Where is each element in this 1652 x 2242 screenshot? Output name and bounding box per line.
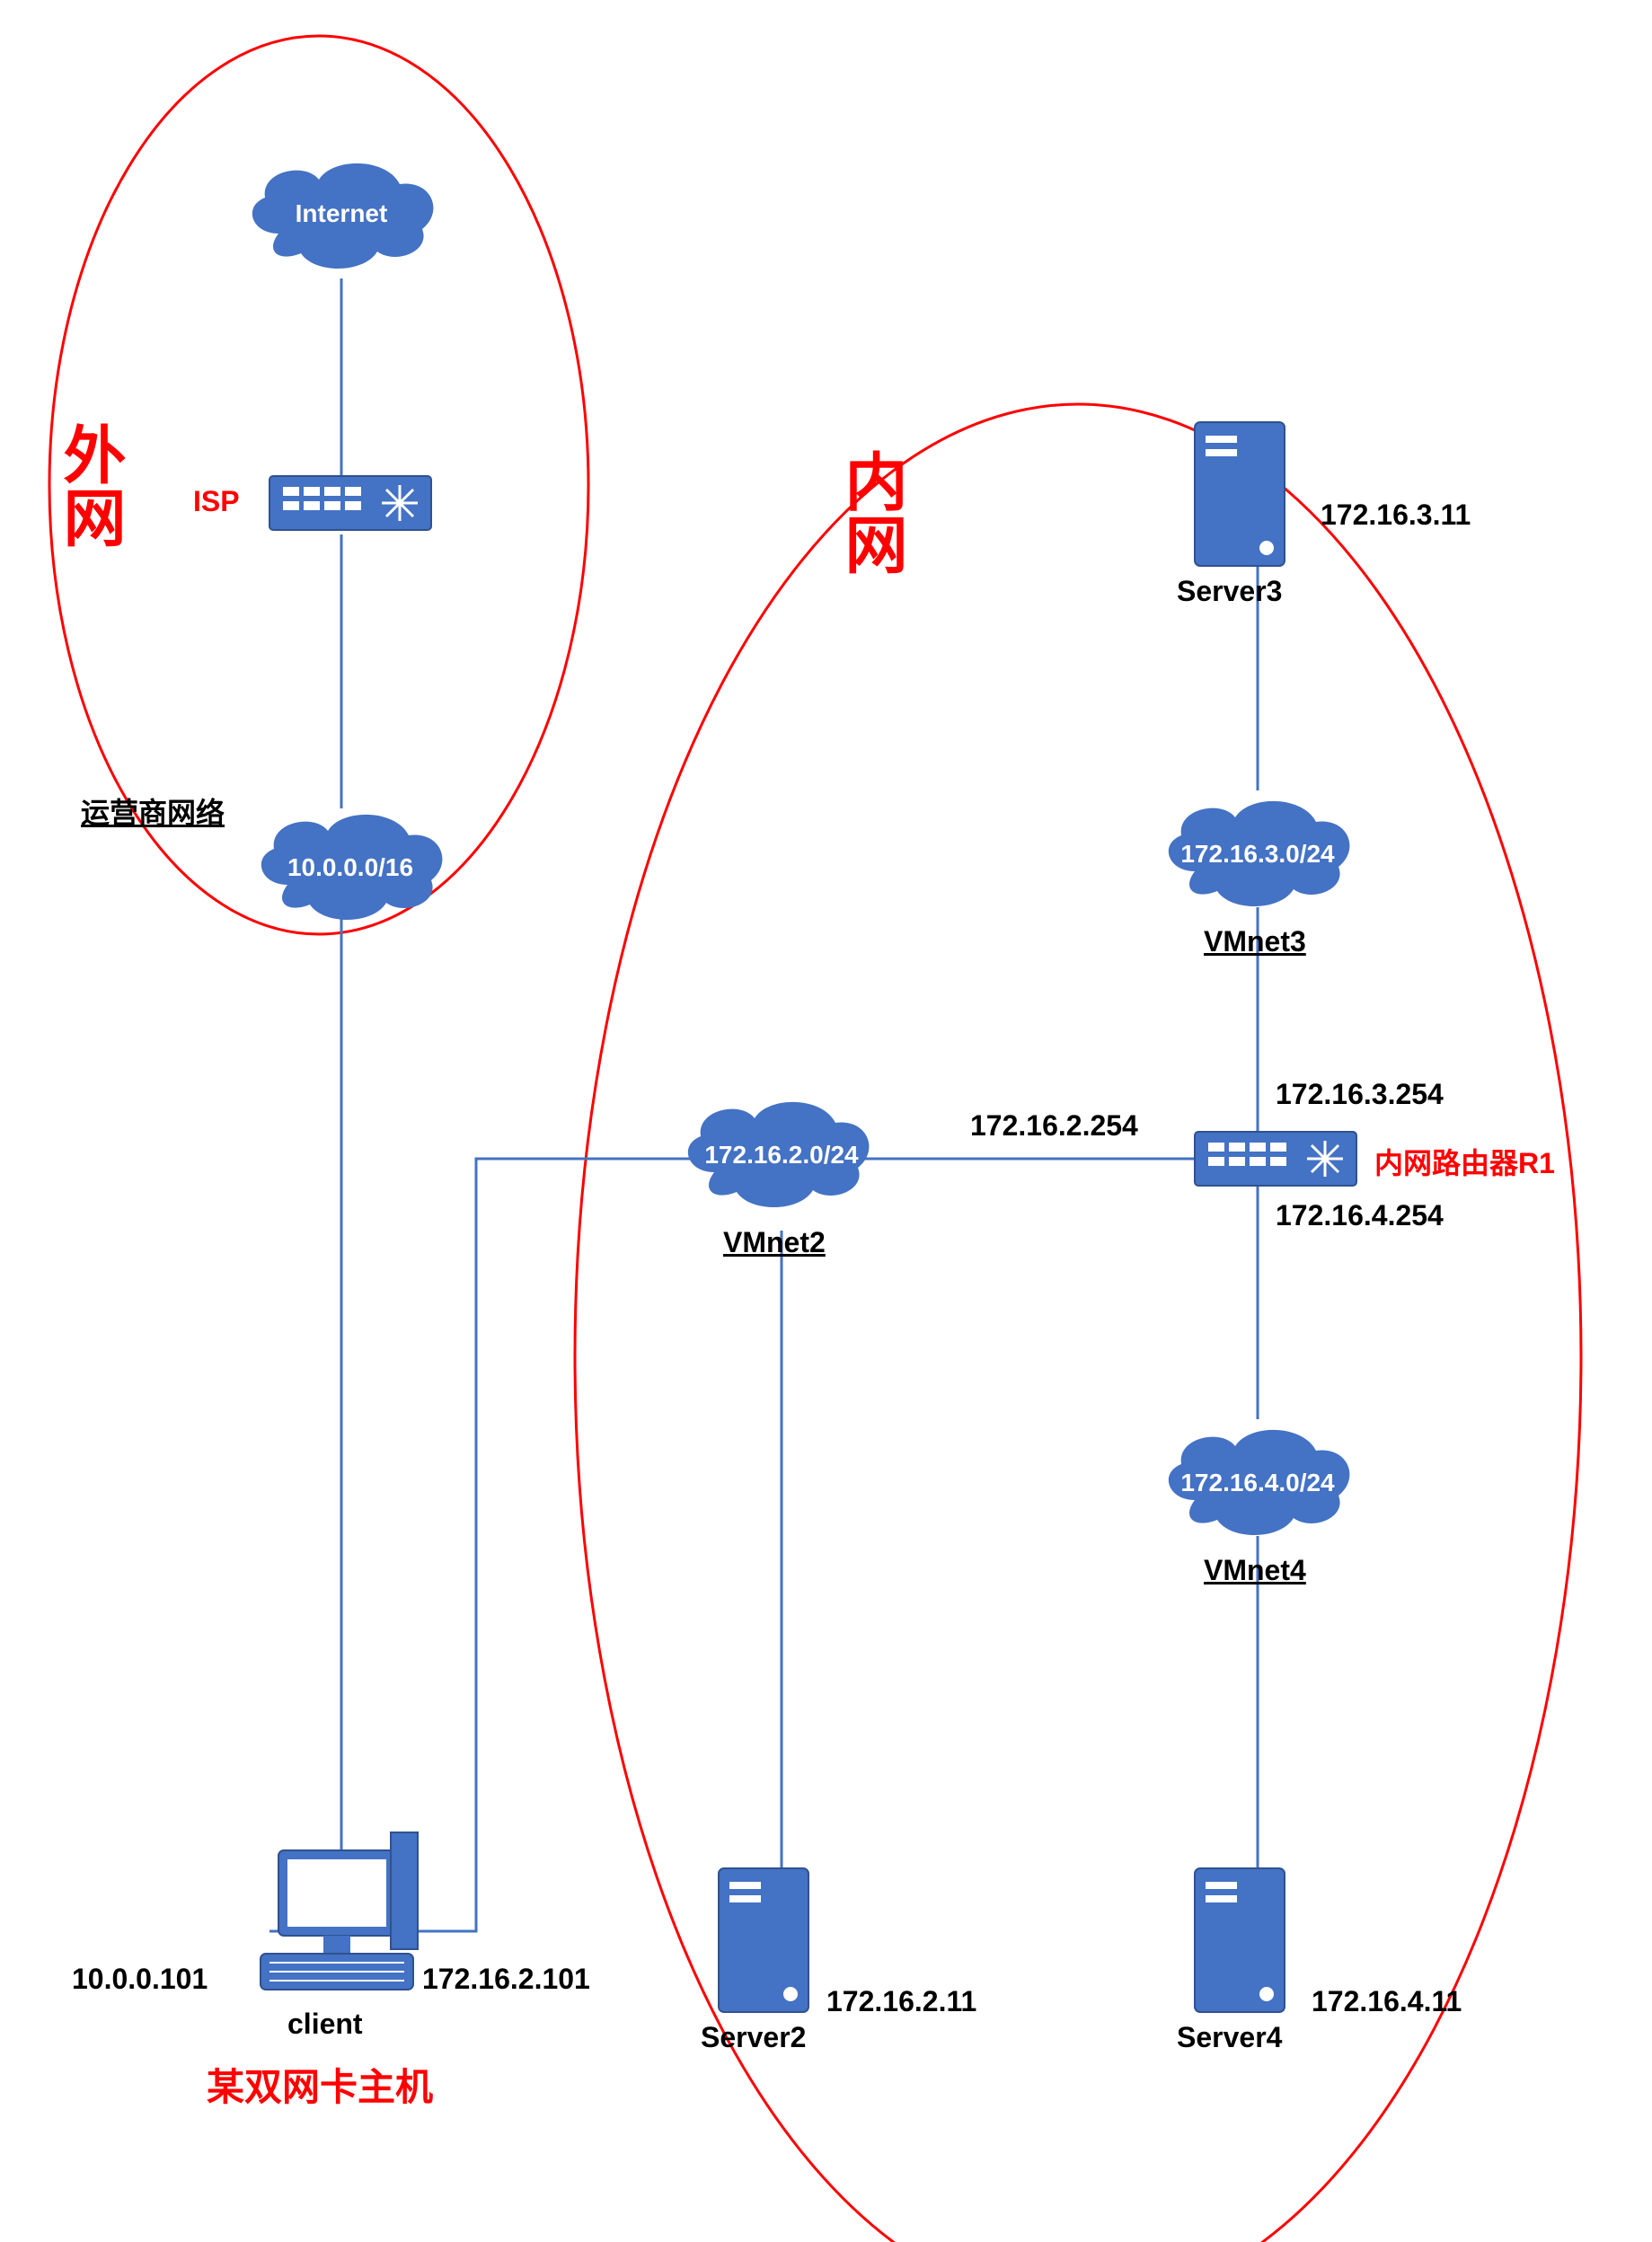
client-ip-ext: 10.0.0.101 bbox=[72, 1963, 208, 1996]
router-r1-label: 内网路由器R1 bbox=[1374, 1141, 1555, 1182]
server3-ip: 172.16.3.11 bbox=[1321, 499, 1471, 532]
vmnet2-label: VMnet2 bbox=[723, 1226, 826, 1259]
server4-icon bbox=[1195, 1868, 1285, 2012]
dual-nic-annotation: 某双网卡主机 bbox=[207, 2057, 433, 2112]
router-r1-ip-vmnet3: 172.16.3.254 bbox=[1276, 1078, 1444, 1111]
external-zone-label: 外网 bbox=[45, 422, 136, 548]
isp-network-label: 运营商网络 bbox=[81, 790, 225, 832]
vmnet2-subnet: 172.16.2.0/24 bbox=[701, 1141, 862, 1170]
client-label: client bbox=[287, 2008, 363, 2041]
vmnet3-subnet: 172.16.3.0/24 bbox=[1177, 840, 1338, 869]
isp-network-subnet: 10.0.0.0/16 bbox=[278, 853, 422, 882]
router-r1-ip-vmnet4: 172.16.4.254 bbox=[1276, 1199, 1444, 1232]
server3-label: Server3 bbox=[1177, 575, 1282, 608]
client-ip-int: 172.16.2.101 bbox=[422, 1963, 590, 1996]
diagram-svg bbox=[0, 0, 1652, 2242]
isp-router-icon bbox=[269, 476, 431, 530]
vmnet3-label: VMnet3 bbox=[1204, 925, 1306, 958]
server3-icon bbox=[1195, 422, 1285, 566]
internal-zone-label: 内网 bbox=[826, 449, 917, 575]
internet-label: Internet bbox=[278, 199, 404, 228]
router-r1-ip-vmnet2: 172.16.2.254 bbox=[970, 1109, 1138, 1143]
router-r1-icon bbox=[1195, 1132, 1356, 1186]
server2-ip: 172.16.2.11 bbox=[826, 1985, 976, 2018]
diagram-canvas: 外网 内网 Internet ISP 运营商网络 10.0.0.0/16 172… bbox=[0, 0, 1652, 2242]
server2-icon bbox=[719, 1868, 808, 2012]
vmnet4-subnet: 172.16.4.0/24 bbox=[1177, 1469, 1338, 1497]
vmnet4-label: VMnet4 bbox=[1204, 1554, 1306, 1587]
server4-label: Server4 bbox=[1177, 2021, 1282, 2054]
server2-label: Server2 bbox=[701, 2021, 806, 2054]
server4-ip: 172.16.4.11 bbox=[1312, 1985, 1462, 2018]
isp-label: ISP bbox=[193, 485, 240, 518]
client-icon bbox=[261, 1832, 418, 1990]
